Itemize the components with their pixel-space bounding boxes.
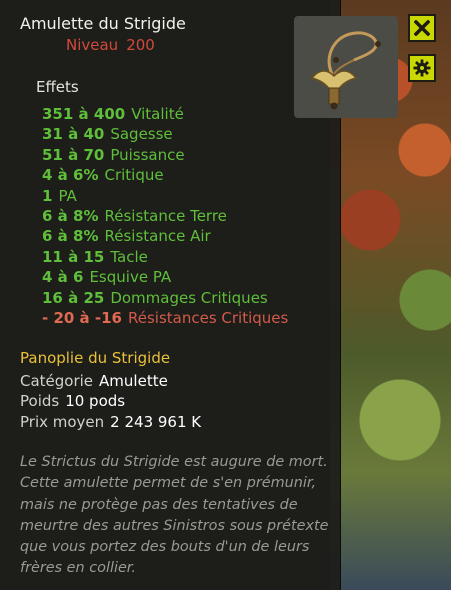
price-value: 2 243 961 K (110, 413, 202, 431)
effect-value: 6 à 8% (42, 206, 99, 225)
weight-value: 10 pods (65, 392, 126, 410)
effect-value: 351 à 400 (42, 105, 126, 123)
effect-value: - 20 à -16 (42, 308, 122, 327)
effect-row: 1 PA (42, 186, 288, 206)
effect-value: 4 à 6 (42, 268, 84, 287)
effect-stat: Résistances Critiques (128, 308, 289, 327)
amulet-icon (310, 31, 381, 110)
item-set-link[interactable]: Panoplie du Strigide (20, 349, 170, 367)
effect-stat: Dommages Critiques (110, 288, 268, 307)
effect-row-negative: - 20 à -16 Résistances Critiques (42, 308, 288, 328)
effect-value: 11 à 15 (42, 247, 105, 266)
description-line: Le Strictus du Strigide est augure de mo… (20, 454, 328, 470)
effect-row: 351 à 400 Vitalité (42, 104, 288, 124)
close-icon (414, 20, 430, 36)
effect-row: 31 à 40 Sagesse (42, 124, 288, 144)
level-label: Niveau (66, 36, 119, 54)
description-line: meurtre des autres Sinistros sous prétex… (20, 517, 329, 534)
effects-header: Effets (36, 78, 79, 96)
effect-value: 51 à 70 (42, 145, 105, 164)
description-line: mais ne protège pas des tentatives de (20, 496, 298, 513)
settings-button[interactable] (408, 54, 436, 82)
effect-stat: Résistance Air (104, 227, 211, 246)
category-value: Amulette (99, 372, 168, 390)
price-row: Prix moyen 2 243 961 K (20, 413, 201, 431)
effect-value: 1 (42, 186, 53, 205)
level-value: 200 (126, 36, 155, 54)
effect-stat: Critique (104, 166, 164, 185)
effect-row: 6 à 8% Résistance Air (42, 226, 288, 246)
effect-row: 4 à 6 Esquive PA (42, 267, 288, 287)
effect-value: 4 à 6% (42, 166, 99, 185)
weight-label: Poids (20, 392, 60, 410)
effect-stat: Esquive PA (89, 268, 172, 287)
effect-stat: Sagesse (110, 125, 173, 144)
effect-value: 6 à 8% (42, 227, 99, 246)
effect-value: 31 à 40 (42, 125, 105, 144)
effect-stat: Résistance Terre (104, 206, 227, 225)
item-name: Amulette du Strigide (20, 14, 186, 33)
effect-value: 16 à 25 (42, 288, 105, 307)
weight-row: Poids 10 pods (20, 392, 125, 410)
item-description: Le Strictus du Strigide est augure de mo… (20, 452, 380, 580)
description-line: que vous portez des bouts d'un de leurs (20, 539, 310, 556)
effect-stat: Tacle (110, 247, 148, 266)
effect-stat: Vitalité (131, 105, 184, 123)
effect-row: 51 à 70 Puissance (42, 145, 288, 165)
item-tooltip: Amulette du Strigide Niveau 200 Effets 35… (0, 0, 341, 590)
effect-row: 4 à 6% Critique (42, 165, 288, 185)
effect-row: 6 à 8% Résistance Terre (42, 206, 288, 226)
description-line: frères en collier. (20, 560, 136, 577)
effect-stat: Puissance (110, 145, 185, 164)
price-label: Prix moyen (20, 413, 105, 431)
effects-list: 351 à 400 Vitalité 31 à 40 Sagesse 51 à 70… (42, 104, 288, 328)
effect-row: 11 à 15 Tacle (42, 247, 288, 267)
category-label: Catégorie (20, 372, 94, 390)
category-row: Catégorie Amulette (20, 372, 168, 390)
gear-icon (413, 59, 431, 77)
item-level: Niveau 200 (66, 36, 155, 54)
close-button[interactable] (408, 14, 436, 42)
item-image (294, 16, 398, 118)
description-line: Cette amulette permet de s'en prémunir, (20, 475, 317, 492)
effect-stat: PA (58, 186, 77, 205)
effect-row: 16 à 25 Dommages Critiques (42, 288, 288, 308)
